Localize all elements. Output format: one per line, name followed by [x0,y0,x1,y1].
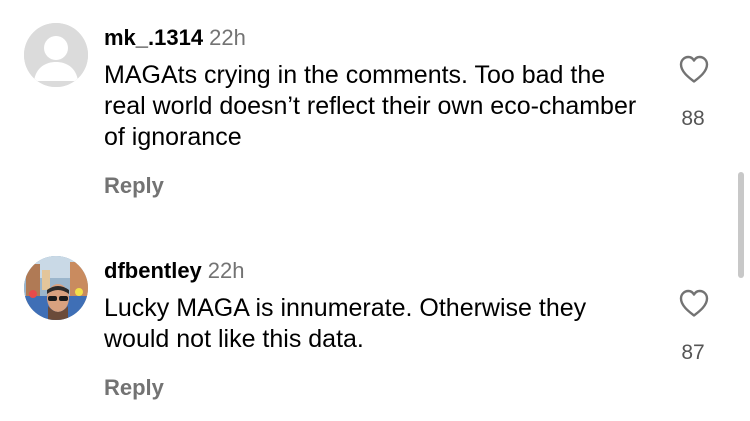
timestamp: 22h [209,25,246,50]
comment-item: dfbentley 22h Lucky MAGA is innumerate. O… [0,240,750,421]
reply-button[interactable]: Reply [104,172,164,200]
username[interactable]: mk_.1314 [104,25,203,50]
like-button[interactable] [678,54,710,84]
scrollbar[interactable] [738,172,744,278]
default-profile-icon [24,23,88,87]
username[interactable]: dfbentley [104,258,202,283]
comment-header: mk_.1314 22h [104,24,246,52]
timestamp: 22h [207,258,245,283]
like-button[interactable] [678,288,710,318]
comment-text: MAGAts crying in the comments. Too bad t… [104,61,637,151]
heart-outline-icon [679,289,709,317]
reply-button[interactable]: Reply [104,374,164,402]
avatar[interactable] [24,256,88,320]
comment-header: dfbentley 22h [104,257,245,285]
like-count: 87 [681,341,705,364]
comment-text: Lucky MAGA is innumerate. Otherwise they… [104,294,587,353]
avatar[interactable] [24,23,88,87]
profile-photo [24,256,88,320]
heart-outline-icon [679,55,709,83]
comment-item: mk_.1314 22h MAGAts crying in the comment… [0,0,750,215]
like-count: 88 [681,107,705,130]
